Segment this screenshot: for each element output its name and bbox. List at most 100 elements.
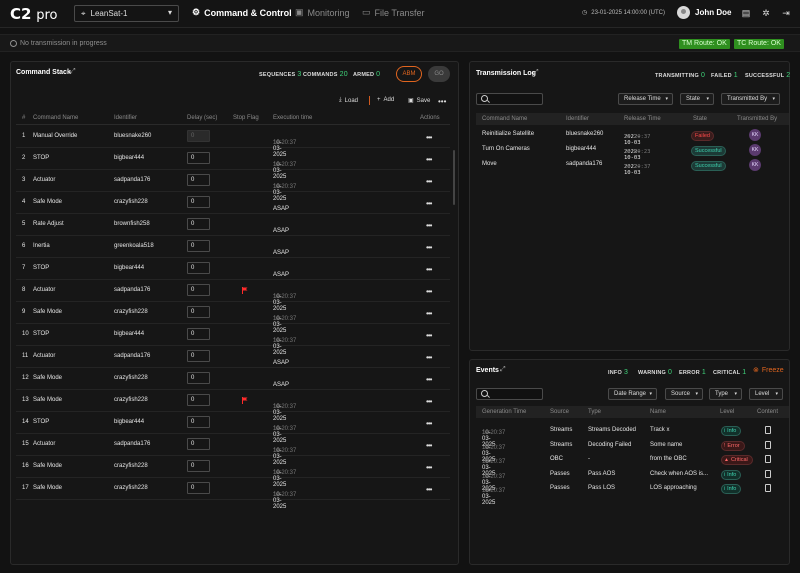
delay-input[interactable]: 0	[187, 306, 210, 318]
top-bar: C2 pro ⌖ LeanSat-1 ▾ ⚙ Command & Control …	[0, 0, 800, 28]
row-actions-icon[interactable]: •••	[426, 397, 432, 406]
delay-input[interactable]: 0	[187, 394, 210, 406]
table-row[interactable]: 8 Actuator sadpanda176 0 10-03-2025 12:20:37…	[16, 280, 450, 312]
table-row[interactable]: 10-03-2025 12:20:37 Passes Pass LOS LOS app…	[476, 482, 789, 506]
table-row[interactable]: 15 Actuator sadpanda176 0 10-03-2025 12:20:3…	[16, 434, 450, 466]
row-actions-icon[interactable]: •••	[426, 463, 432, 472]
row-actions-icon[interactable]: •••	[426, 441, 432, 450]
table-row[interactable]: 2 STOP bigbear444 0 10-03-2025 12:20:37 •••	[16, 148, 450, 180]
table-row[interactable]: 12 Safe Mode crazyfish228 0 ASAP •••	[16, 368, 450, 390]
table-row[interactable]: 17 Safe Mode crazyfish228 0 10-03-2025 12:20…	[16, 478, 450, 510]
delay-input[interactable]: 0	[187, 328, 210, 340]
gear-icon[interactable]: ✲	[761, 8, 771, 18]
table-row[interactable]: 4 Safe Mode crazyfish228 0 ASAP •••	[16, 192, 450, 214]
type-filter[interactable]: Type ▾	[709, 388, 742, 400]
transmitted-by-filter[interactable]: Transmitted By ▾	[721, 93, 780, 105]
table-row[interactable]: 13 Safe Mode crazyfish228 0 10-03-2025 12:20…	[16, 390, 450, 422]
row-actions-icon[interactable]: •••	[426, 375, 432, 384]
delay-input[interactable]: 0	[187, 460, 210, 472]
chevron-down-icon: ▾	[649, 391, 652, 397]
row-actions-icon[interactable]: •••	[426, 265, 432, 274]
table-row[interactable]: 1 Manual Override bluesnake260 0 10-03-2025 …	[16, 126, 450, 158]
document-icon[interactable]	[765, 440, 771, 449]
date-range-filter[interactable]: Date Range ▾	[608, 388, 657, 400]
error-count: ERROR 1	[679, 369, 706, 376]
info-icon: i	[724, 486, 726, 492]
abm-button[interactable]: ABM	[396, 66, 422, 82]
table-row[interactable]: 10 STOP bigbear444 0 10-03-2025 12:20:37 •••	[16, 324, 450, 356]
document-icon[interactable]	[765, 455, 771, 463]
delay-input[interactable]: 0	[187, 196, 210, 208]
table-row[interactable]: 9 Safe Mode crazyfish228 0 10-03-2025 12:20:…	[16, 302, 450, 334]
load-button[interactable]: ⤓ Load	[339, 97, 358, 104]
table-row[interactable]: 10-03-2025 12:20:37 Streams Streams Decode…	[476, 424, 789, 448]
table-row[interactable]: 10-03-2025 12:20:37 Passes Pass AOS Check w…	[476, 468, 789, 492]
more-icon[interactable]: •••	[438, 97, 446, 106]
expand-icon[interactable]: ⤢	[500, 366, 506, 374]
expand-icon[interactable]: ⤢	[70, 68, 76, 76]
tab-file-transfer[interactable]: ▭ File Transfer	[362, 7, 425, 18]
delay-input[interactable]: 0	[187, 284, 210, 296]
delay-input[interactable]: 0	[187, 372, 210, 384]
row-actions-icon[interactable]: •••	[426, 485, 432, 494]
row-actions-icon[interactable]: •••	[426, 331, 432, 340]
freeze-button[interactable]: ⊗ Freeze	[753, 366, 784, 375]
table-row[interactable]: 10-03-2025 12:20:37 OBC - from the OBC ▲ Crit…	[476, 453, 789, 477]
chat-icon[interactable]: ▤	[741, 8, 751, 18]
avatar	[677, 6, 690, 19]
row-actions-icon[interactable]: •••	[426, 177, 432, 186]
save-button[interactable]: ▣ Save	[408, 97, 430, 105]
expand-icon[interactable]: ⤢	[533, 69, 539, 77]
scrollbar[interactable]	[453, 150, 455, 205]
table-row[interactable]: 10-03-2025 12:20:37 Streams Decoding Faile…	[476, 439, 789, 463]
row-actions-icon[interactable]: •••	[426, 221, 432, 230]
go-button[interactable]: GO	[428, 66, 450, 82]
delay-input[interactable]: 0	[187, 240, 210, 252]
row-actions-icon[interactable]: •••	[426, 155, 432, 164]
delay-input[interactable]: 0	[187, 350, 210, 362]
delay-input[interactable]: 0	[187, 218, 210, 230]
add-button[interactable]: + Add	[377, 97, 394, 103]
tab-command-control[interactable]: ⚙ Command & Control	[192, 7, 292, 18]
table-row[interactable]: 6 Inertia greenkoala518 0 ASAP •••	[16, 236, 450, 258]
release-time-filter[interactable]: Release Time ▾	[618, 93, 673, 105]
table-row[interactable]: 11 Actuator sadpanda176 0 ASAP •••	[16, 346, 450, 368]
row-actions-icon[interactable]: •••	[426, 353, 432, 362]
delay-input[interactable]: 0	[187, 152, 210, 164]
table-row[interactable]: Turn On Cameras bigbear444 2022-10-03 15:0…	[476, 143, 789, 161]
row-actions-icon[interactable]: •••	[426, 133, 432, 142]
table-row[interactable]: 16 Safe Mode crazyfish228 0 10-03-2025 12:20…	[16, 456, 450, 488]
delay-input[interactable]: 0	[187, 262, 210, 274]
table-row[interactable]: Reinitialize Satellite bluesnake260 2022-1…	[476, 128, 789, 146]
stop-flag-icon[interactable]	[242, 287, 248, 294]
delay-input[interactable]: 0	[187, 416, 210, 428]
source-filter[interactable]: Source ▾	[665, 388, 703, 400]
stop-flag-icon[interactable]	[242, 397, 248, 404]
document-icon[interactable]	[765, 426, 771, 434]
table-row[interactable]: Move sadpanda176 2022-10-03 16:20:37 Succes…	[476, 158, 789, 176]
events-search-input[interactable]	[476, 388, 543, 400]
row-number: 10	[22, 331, 29, 337]
logout-icon[interactable]: ⇥	[781, 8, 791, 18]
tab-monitoring[interactable]: ▣ Monitoring	[295, 7, 350, 18]
transmission-search-input[interactable]	[476, 93, 543, 105]
table-row[interactable]: 5 Rate Adjust brownfish258 0 ASAP •••	[16, 214, 450, 236]
satellite-selector[interactable]: ⌖ LeanSat-1 ▾	[74, 5, 179, 22]
document-icon[interactable]	[765, 484, 771, 492]
table-row[interactable]: 7 STOP bigbear444 0 ASAP •••	[16, 258, 450, 280]
table-row[interactable]: 3 Actuator sadpanda176 0 10-03-2025 12:20:37…	[16, 170, 450, 202]
row-actions-icon[interactable]: •••	[426, 199, 432, 208]
document-icon[interactable]	[765, 469, 771, 478]
user-menu[interactable]: John Doe	[677, 6, 731, 19]
delay-input[interactable]: 0	[187, 130, 210, 142]
delay-input[interactable]: 0	[187, 174, 210, 186]
state-filter[interactable]: State ▾	[680, 93, 714, 105]
level-filter[interactable]: Level ▾	[749, 388, 783, 400]
delay-input[interactable]: 0	[187, 482, 210, 494]
row-actions-icon[interactable]: •••	[426, 309, 432, 318]
row-actions-icon[interactable]: •••	[426, 243, 432, 252]
table-row[interactable]: 14 STOP bigbear444 0 10-03-2025 12:20:37 •••	[16, 412, 450, 444]
delay-input[interactable]: 0	[187, 438, 210, 450]
row-actions-icon[interactable]: •••	[426, 287, 432, 296]
row-actions-icon[interactable]: •••	[426, 419, 432, 428]
